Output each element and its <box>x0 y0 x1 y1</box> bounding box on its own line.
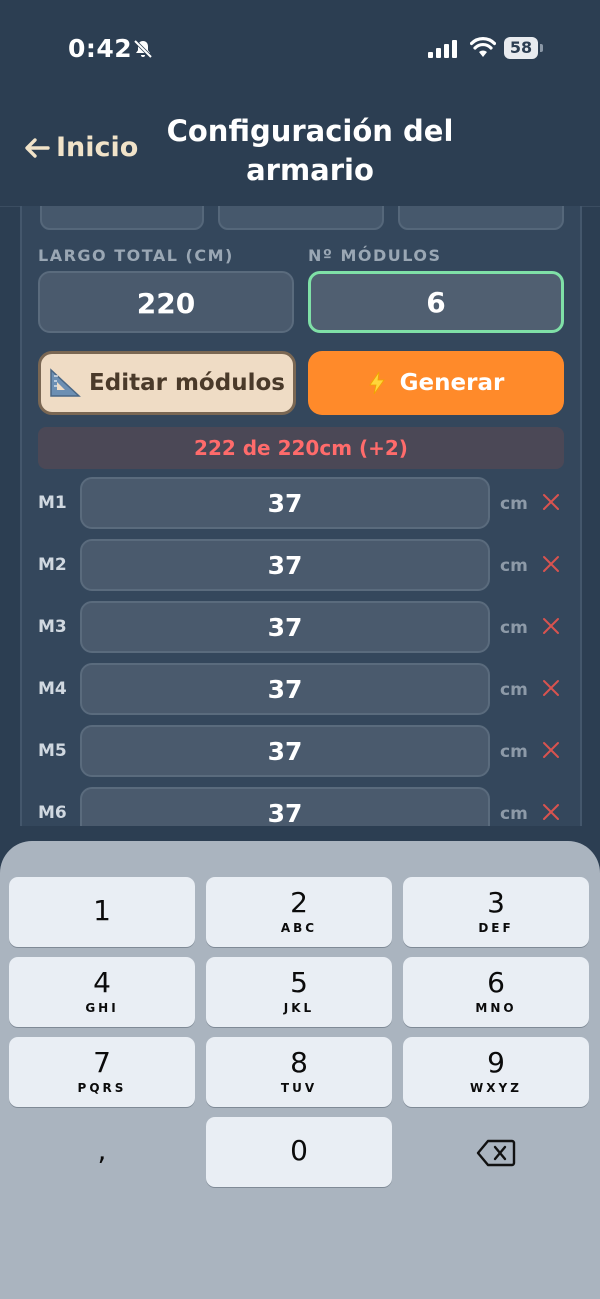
cellular-signal-icon <box>428 40 457 58</box>
largo-total-input[interactable]: 220 <box>38 271 294 333</box>
key-digit: 0 <box>290 1134 308 1167</box>
module-row: M1 37 cm <box>22 477 580 531</box>
key-8[interactable]: 8 TUV <box>206 1037 392 1107</box>
key-7[interactable]: 7 PQRS <box>9 1037 195 1107</box>
module-width-input[interactable]: 37 <box>80 725 490 777</box>
module-label: M2 <box>38 555 67 575</box>
config-panel[interactable]: LARGO TOTAL (CM) Nº MÓDULOS 220 6 Editar… <box>20 206 582 826</box>
nav-header: Inicio Configuración del armario <box>0 96 600 206</box>
generate-button[interactable]: Generar <box>308 351 564 415</box>
module-unit: cm <box>500 742 528 762</box>
module-row: M2 37 cm <box>22 539 580 593</box>
key-1[interactable]: 1 <box>9 877 195 947</box>
status-bar: 0:42 58 <box>0 0 600 96</box>
key-5[interactable]: 5 JKL <box>206 957 392 1027</box>
module-label: M1 <box>38 493 67 513</box>
length-warning: 222 de 220cm (+2) <box>38 427 564 469</box>
key-letters: WXYZ <box>470 1081 522 1095</box>
module-width-input[interactable]: 37 <box>80 601 490 653</box>
largo-total-label: LARGO TOTAL (CM) <box>38 246 234 265</box>
key-6[interactable]: 6 MNO <box>403 957 589 1027</box>
edit-modules-label: Editar módulos <box>89 370 285 396</box>
key-letters: TUV <box>280 1081 318 1095</box>
close-icon[interactable] <box>540 677 562 699</box>
module-unit: cm <box>500 556 528 576</box>
key-3[interactable]: 3 DEF <box>403 877 589 947</box>
generate-label: Generar <box>399 370 505 396</box>
field-stub-3[interactable] <box>398 206 564 230</box>
back-button[interactable]: Inicio <box>24 132 138 163</box>
edit-modules-button[interactable]: Editar módulos <box>38 351 296 415</box>
module-row: M4 37 cm <box>22 663 580 717</box>
close-icon[interactable] <box>540 801 562 823</box>
module-width-input[interactable]: 37 <box>80 477 490 529</box>
module-label: M5 <box>38 741 67 761</box>
close-icon[interactable] <box>540 615 562 637</box>
module-label: M3 <box>38 617 67 637</box>
key-4[interactable]: 4 GHI <box>9 957 195 1027</box>
key-digit: 7 <box>93 1046 111 1079</box>
field-stub-2[interactable] <box>218 206 384 230</box>
module-label: M4 <box>38 679 67 699</box>
triangle-ruler-icon <box>50 368 81 397</box>
module-width-input[interactable]: 37 <box>80 663 490 715</box>
close-icon[interactable] <box>540 739 562 761</box>
num-modulos-label: Nº MÓDULOS <box>308 246 442 265</box>
module-unit: cm <box>500 680 528 700</box>
key-letters: ABC <box>280 921 318 935</box>
module-unit: cm <box>500 804 528 824</box>
key-digit: 8 <box>290 1046 308 1079</box>
module-unit: cm <box>500 494 528 514</box>
key-9[interactable]: 9 WXYZ <box>403 1037 589 1107</box>
module-row: M3 37 cm <box>22 601 580 655</box>
lightning-icon <box>368 371 385 395</box>
page-title: Configuración del armario <box>166 114 454 187</box>
module-row: M6 37 cm <box>22 787 580 826</box>
key-letters: PQRS <box>77 1081 127 1095</box>
key-0[interactable]: 0 <box>206 1117 392 1187</box>
backspace-icon <box>476 1139 516 1167</box>
back-label: Inicio <box>56 132 139 163</box>
key-digit: 9 <box>487 1046 505 1079</box>
close-icon[interactable] <box>540 553 562 575</box>
field-stub-1[interactable] <box>40 206 204 230</box>
num-modulos-input[interactable]: 6 <box>308 271 564 333</box>
backspace-key[interactable] <box>403 1117 589 1187</box>
key-digit: 4 <box>93 966 111 999</box>
key-letters: MNO <box>475 1001 517 1015</box>
battery-icon: 58 <box>504 37 538 59</box>
key-digit: 2 <box>290 886 308 919</box>
module-row: M5 37 cm <box>22 725 580 779</box>
key-comma[interactable]: , <box>9 1117 195 1187</box>
key-digit: 1 <box>93 894 111 927</box>
key-letters: JKL <box>283 1001 315 1015</box>
module-width-input[interactable]: 37 <box>80 539 490 591</box>
key-2[interactable]: 2 ABC <box>206 877 392 947</box>
key-digit: 3 <box>487 886 505 919</box>
close-icon[interactable] <box>540 491 562 513</box>
bell-muted-icon <box>133 39 153 59</box>
battery-tip <box>540 44 543 52</box>
module-label: M6 <box>38 803 67 823</box>
arrow-left-icon <box>25 137 50 158</box>
key-digit: , <box>97 1134 107 1167</box>
key-letters: DEF <box>478 921 514 935</box>
key-digit: 6 <box>487 966 505 999</box>
status-time: 0:42 <box>68 34 133 63</box>
wifi-icon <box>470 37 496 57</box>
numeric-keyboard: 1 2 ABC 3 DEF 4 GHI 5 JKL 6 MNO 7 PQRS 8… <box>0 841 600 1299</box>
key-letters: GHI <box>85 1001 119 1015</box>
module-width-input[interactable]: 37 <box>80 787 490 826</box>
key-digit: 5 <box>290 966 308 999</box>
module-unit: cm <box>500 618 528 638</box>
